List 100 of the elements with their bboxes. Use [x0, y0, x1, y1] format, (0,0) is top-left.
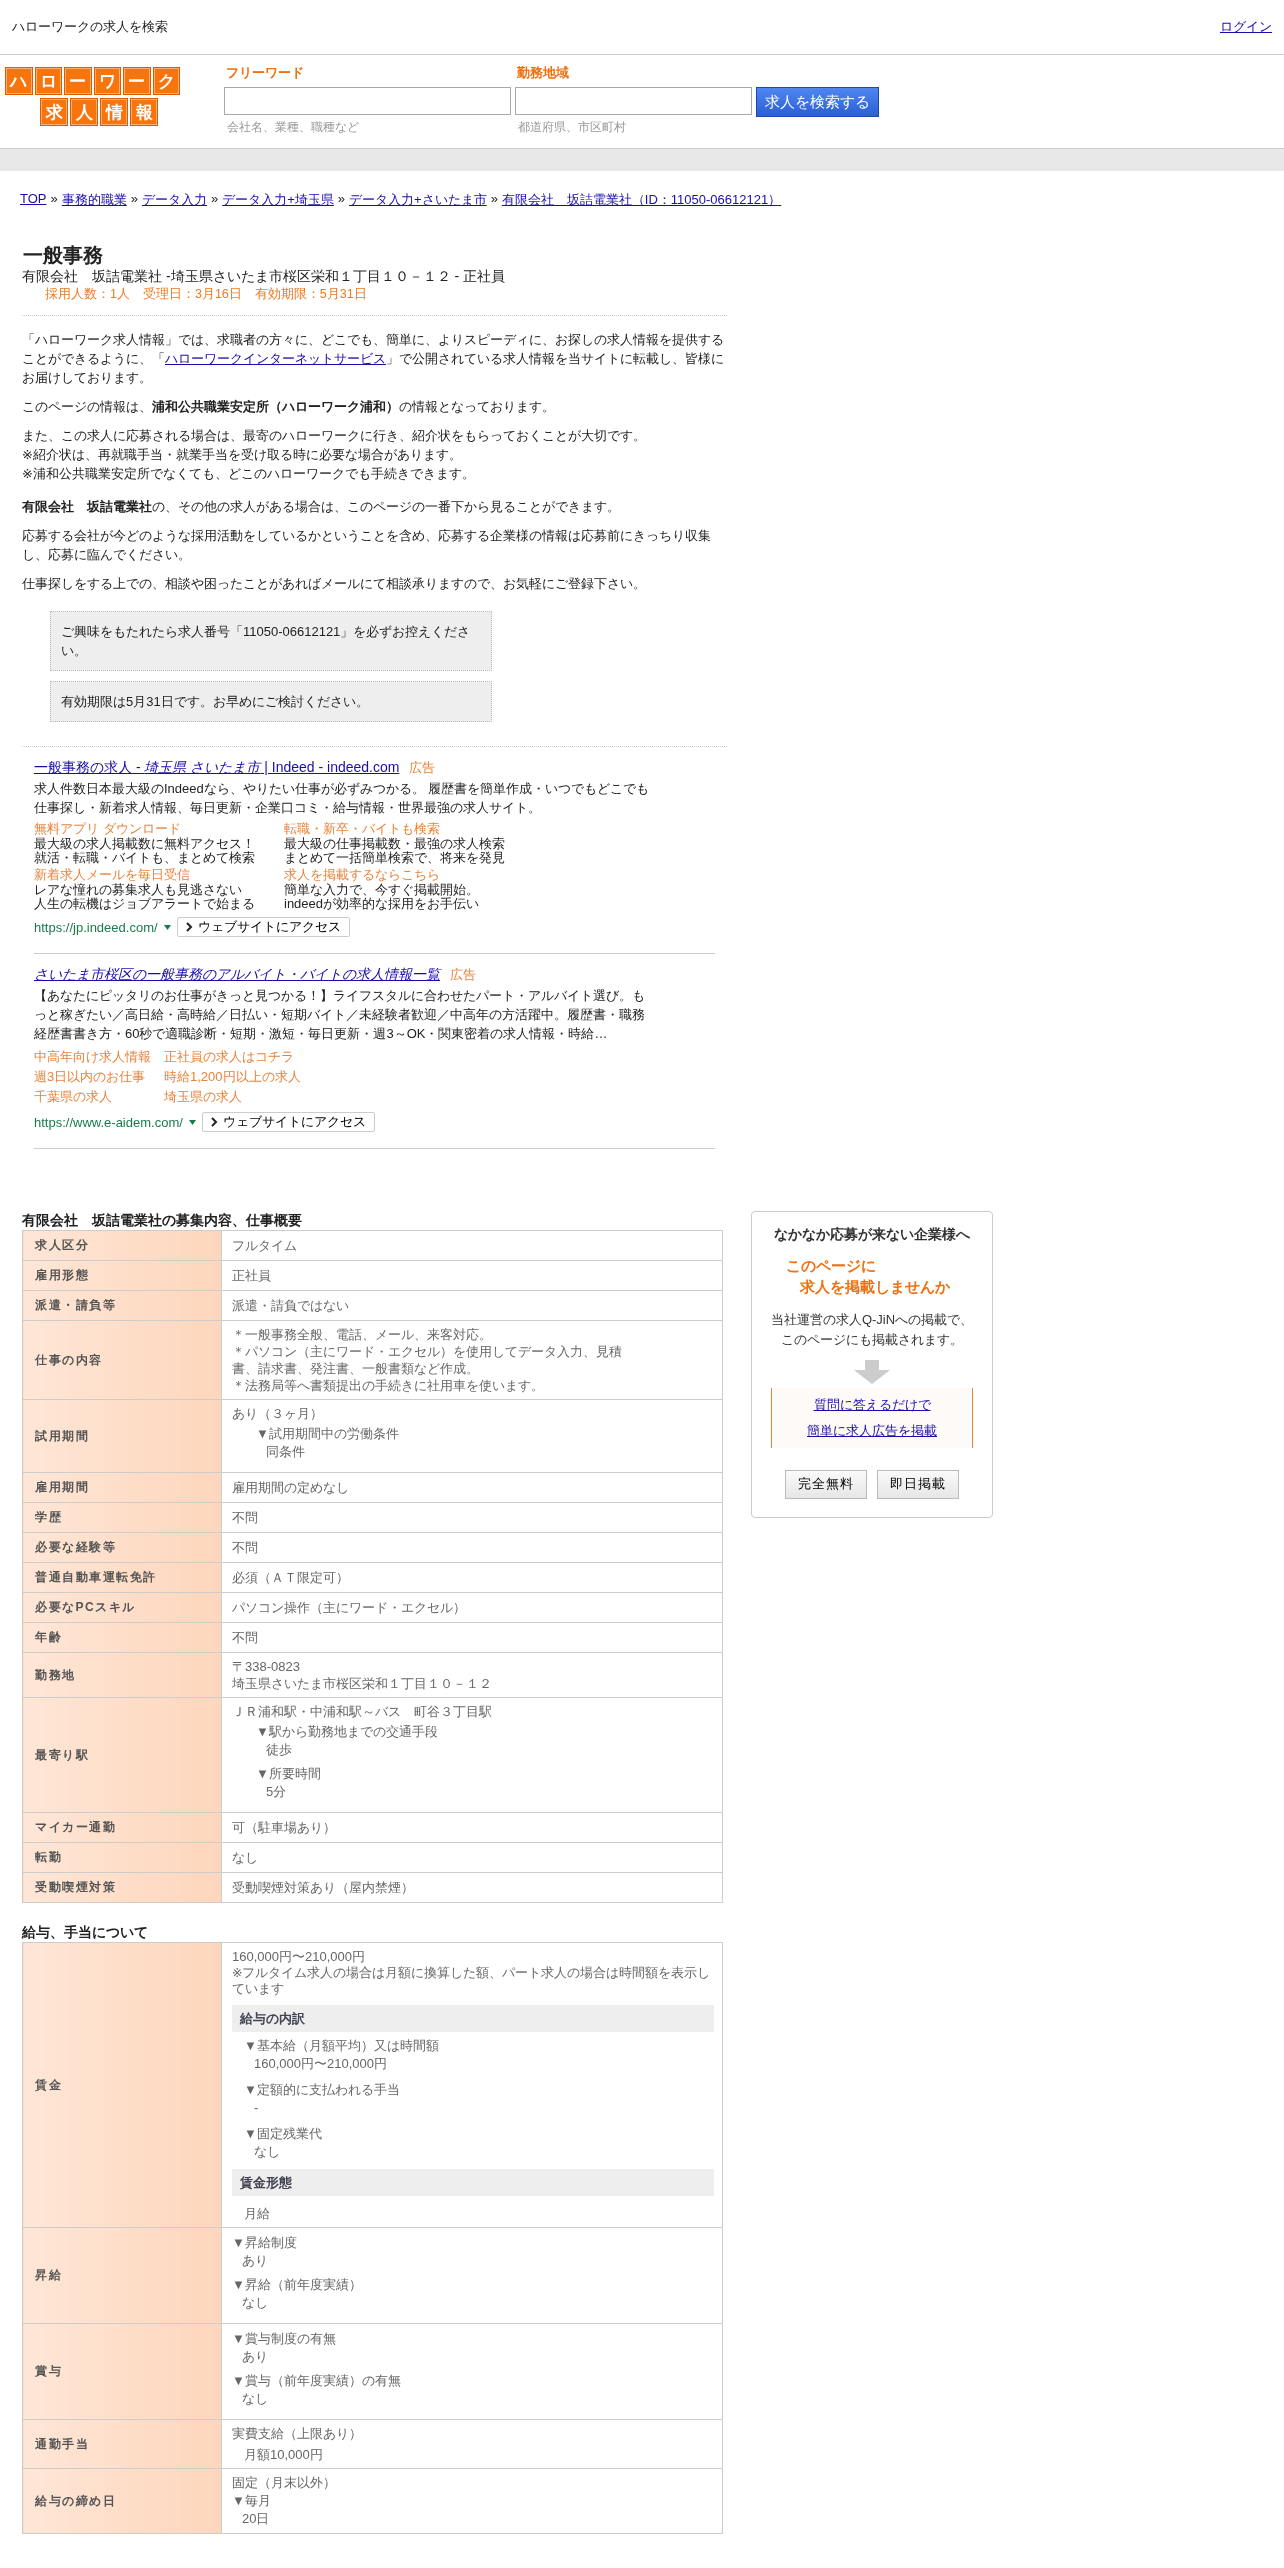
- item-heading: ▼基本給（月額平均）又は時間額: [244, 2037, 440, 2055]
- search-field[interactable]: [224, 87, 511, 115]
- caret-icon: [163, 924, 171, 930]
- breadcrumb-separator: »: [130, 191, 138, 208]
- item-heading: ▼所要時間: [256, 1765, 322, 1783]
- breadcrumb-link[interactable]: TOP: [20, 191, 47, 209]
- cell-text: 雇用期間の定めなし: [232, 1479, 350, 1496]
- row-label: 賞与: [22, 2323, 222, 2420]
- sitelink-text: indeedが効率的な採用をお手伝い: [284, 897, 481, 911]
- service-link[interactable]: ハローワークインターネットサービス: [165, 351, 386, 366]
- sidebar-catchphrase: このページに: [785, 1257, 876, 1276]
- row-label: 勤務地: [22, 1652, 222, 1698]
- caret-icon: [188, 1119, 196, 1125]
- notice-box: ご興味をもたれたら求人番号「11050-06612121」を必ずお控えください。: [50, 611, 492, 671]
- breadcrumb-link[interactable]: 事務的職業: [61, 191, 127, 209]
- row-label: 雇用形態: [22, 1260, 222, 1291]
- row-label: 学歴: [22, 1502, 222, 1533]
- field-label: フリーワード: [226, 64, 305, 82]
- item-heading: ▼定額的に支払われる手当: [244, 2081, 401, 2099]
- breadcrumb-separator: »: [337, 191, 346, 208]
- sidebar-link[interactable]: 簡単に求人広告を掲載: [807, 1422, 937, 1440]
- cell-text: 月額10,000円: [243, 2446, 324, 2463]
- item-heading: ▼賞与（前年度実績）の有無: [232, 2372, 402, 2390]
- cell-text: パソコン操作（主にワード・エクセル）: [232, 1599, 467, 1616]
- section-title: 給与、手当について: [22, 1925, 149, 1941]
- item-value: 5分: [265, 1783, 288, 1801]
- sidebar-button[interactable]: 即日掲載: [877, 1470, 959, 1499]
- breadcrumb-separator: »: [490, 191, 498, 208]
- chevron-right-icon: [185, 922, 193, 932]
- row-label: 年齢: [22, 1622, 222, 1653]
- breadcrumb-link[interactable]: 有限会社 坂詰電業社（ID：11050-06612121）: [501, 191, 782, 209]
- row-label: 給与の締め日: [22, 2468, 222, 2534]
- cell-text: なし: [232, 1849, 259, 1866]
- sidebar-catchphrase: 求人を掲載しませんか: [798, 1278, 950, 1297]
- item-value: 160,000円〜210,000円: [253, 2055, 388, 2073]
- ad-url: https://jp.indeed.com/: [34, 919, 158, 935]
- row-label: 必要な経験等: [22, 1532, 222, 1563]
- item-value: 同条件: [265, 1443, 306, 1461]
- cell-text: 派遣・請負ではない: [232, 1297, 350, 1314]
- row-label: 賃金: [22, 1942, 222, 2228]
- section-title: 有限会社 坂詰電業社の募集内容、仕事概要: [22, 1213, 303, 1229]
- row-label: マイカー通勤: [22, 1812, 222, 1843]
- cell-text: あり（３ヶ月）: [232, 1405, 324, 1422]
- item-value: なし: [241, 2390, 269, 2408]
- item-heading: ▼昇給制度: [232, 2234, 298, 2252]
- sidebar-button[interactable]: 完全無料: [785, 1470, 867, 1499]
- sidebar-title: なかなか応募が来ない企業様へ: [774, 1226, 970, 1244]
- row-label: 受動喫煙対策: [22, 1872, 222, 1903]
- breadcrumb-link[interactable]: データ入力+埼玉県: [222, 191, 334, 209]
- chevron-right-icon: [210, 1117, 218, 1127]
- intro-paragraph: 仕事探しをする上での、相談や困ったことがあればメールにて相談承りますので、お気軽にご登録下さい。: [22, 575, 647, 593]
- intro-paragraph: 有限会社 坂詰電業社の、その他の求人がある場合は、このページの一番下から見ることができます。: [22, 498, 621, 516]
- row-label: 仕事の内容: [22, 1320, 222, 1400]
- field-hint: 都道府県、市区町村: [518, 119, 627, 136]
- row-label: 試用期間: [22, 1399, 222, 1473]
- intro-paragraph: このページの情報は、浦和公共職業安定所（ハローワーク浦和）の情報となっております。: [22, 398, 556, 416]
- site-title: ハローワークの求人を検索: [12, 18, 168, 36]
- item-value: あり: [241, 2348, 269, 2366]
- cell-text: 月給: [243, 2205, 271, 2222]
- sitelink-text: レアな憧れの募集求人も見逃さない: [34, 883, 243, 897]
- search-button[interactable]: 求人を検索する: [756, 87, 879, 117]
- ad-description: 【あなたにピッタリのお仕事がきっと見つかる！】ライフスタルに合わせたパート・アルバイト選び。もっと稼ぎたい／高日給・高時給／日払い・短期バイト／未経験者歓迎／中高年の方活躍中。履歴書・職務経歴書書き方・60秒で適職診断・短期・激短・毎日更新・週3～OK・関東密着の求人情報・時給…: [34, 987, 646, 1043]
- intro-paragraph: また、この求人に応募される場合は、最寄のハローワークに行き、紹介状をもらっておくことが大切です。 ※紹介状は、再就職手当・就業手当を受け取る時に必要な場合があります。 ※浦和公共職業安定所でなくても、どこのハローワークでも手続きできます。: [22, 427, 647, 483]
- search-field[interactable]: [515, 87, 752, 115]
- breadcrumb-link[interactable]: データ入力+さいたま市: [349, 191, 487, 209]
- item-value: なし: [241, 2294, 269, 2312]
- visit-site-button[interactable]: ウェブサイトにアクセス: [201, 1112, 375, 1132]
- cell-text: 不問: [232, 1629, 259, 1646]
- field-label: 勤務地域: [517, 64, 570, 82]
- sidebar-description: 当社運営の求人Q-JiNへの掲載で、 このページにも掲載されます。: [770, 1311, 974, 1349]
- item-value: なし: [253, 2143, 281, 2161]
- row-label: 通勤手当: [22, 2419, 222, 2469]
- item-heading: ▼固定残業代: [244, 2125, 323, 2143]
- breadcrumb-link[interactable]: データ入力: [141, 191, 207, 209]
- item-heading: ▼毎月: [232, 2492, 272, 2510]
- sitelink-text: 最大級の求人掲載数に無料アクセス！: [34, 837, 256, 851]
- job-title: 一般事務: [23, 243, 104, 267]
- cell-text: 固定（月末以外）: [232, 2474, 337, 2491]
- cell-text: 埼玉県さいたま市桜区栄和１丁目１０－１２: [232, 1675, 493, 1692]
- cell-text: ＊一般事務全般、電話、メール、来客対応。: [232, 1326, 493, 1343]
- cell-text: ＊パソコン（主にワード・エクセル）を使用してデータ入力、見積: [232, 1343, 623, 1360]
- visit-site-button[interactable]: ウェブサイトにアクセス: [176, 917, 350, 937]
- cell-text: 実費支給（上限あり）: [232, 2425, 363, 2442]
- sidebar-link[interactable]: 質問に答えるだけで: [813, 1396, 931, 1414]
- item-value: 20日: [241, 2510, 271, 2528]
- ad-label: 広告: [409, 760, 436, 775]
- cell-text: 〒338-0823: [232, 1658, 301, 1675]
- down-arrow-icon: [854, 1360, 890, 1384]
- salary-note: ※フルタイム求人の場合は月額に換算した額、パート求人の場合は時間額を表示しています: [232, 1965, 712, 1997]
- cell-text: ＊法務局等へ書類提出の手続きに社用車を使います。: [232, 1377, 545, 1394]
- job-meta: 採用人数：1人 受理日：3月16日 有効期限：5月31日: [44, 286, 368, 303]
- cell-text: 受動喫煙対策あり（屋内禁煙）: [232, 1879, 415, 1896]
- item-heading: ▼駅から勤務地までの交通手段: [256, 1723, 439, 1741]
- item-value: 徒歩: [265, 1741, 293, 1759]
- subsection-header: 賃金形態: [232, 2169, 714, 2196]
- breadcrumb-separator: »: [50, 191, 58, 208]
- row-label: 雇用期間: [22, 1472, 222, 1503]
- notice-box: 有効期限は5月31日です。お早めにご検討ください。: [50, 681, 492, 722]
- login-link[interactable]: ログイン: [1220, 18, 1272, 36]
- cell-text: 書、請求書、発注書、一般書類など作成。: [232, 1360, 480, 1377]
